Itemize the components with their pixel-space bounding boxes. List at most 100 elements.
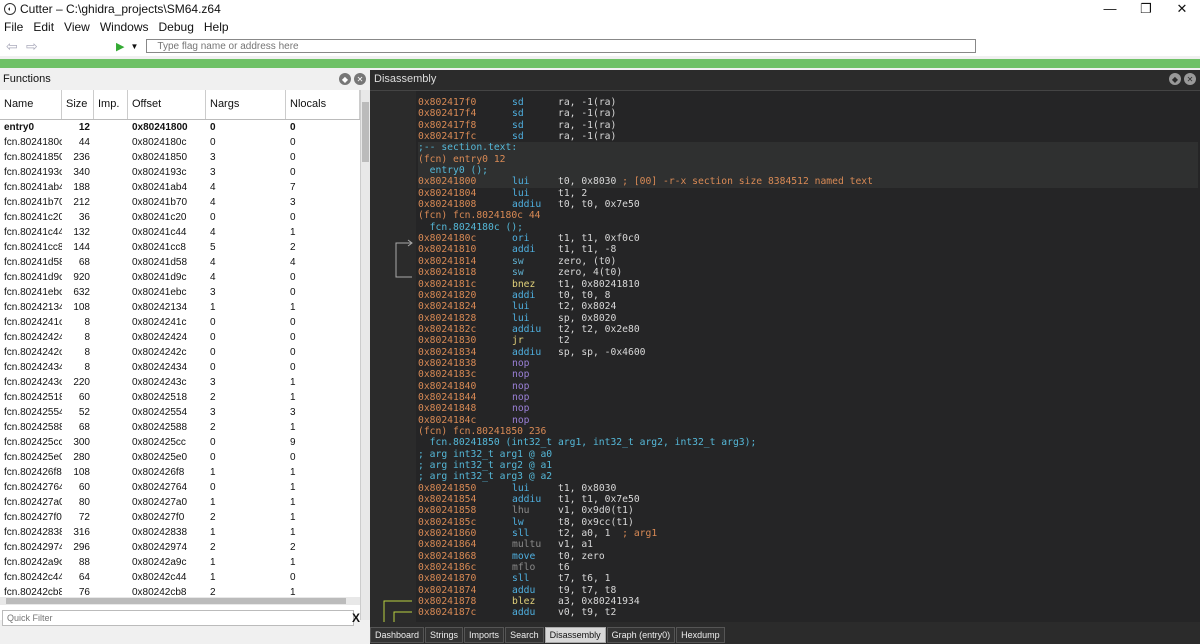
instruction-line[interactable]: 0x8024184c nop <box>418 415 1198 426</box>
table-row[interactable]: fcn.80242518 60 0x80242518 2 1 <box>0 390 370 405</box>
menu-view[interactable]: View <box>64 20 90 34</box>
maximize-icon[interactable]: ❐ <box>1128 0 1164 18</box>
table-row[interactable]: fcn.80241850 236 0x80241850 3 0 <box>0 150 370 165</box>
instruction-line[interactable]: 0x8024180c ori t1, t1, 0xf0c0 <box>418 233 1198 244</box>
table-row[interactable]: fcn.802425e0 280 0x802425e0 0 0 <box>0 450 370 465</box>
column-header-name[interactable]: Name <box>0 90 62 119</box>
back-arrow-icon[interactable]: ⇦ <box>6 38 20 55</box>
tab-search[interactable]: Search <box>505 627 544 643</box>
table-row[interactable]: fcn.80241c20 36 0x80241c20 0 0 <box>0 210 370 225</box>
section-label[interactable]: ;-- section.text: <box>418 142 1198 154</box>
function-header[interactable]: (fcn) fcn.8024180c 44 <box>418 210 1198 221</box>
instruction-line[interactable]: 0x8024186c mflo t6 <box>418 562 1198 573</box>
column-header-nlocals[interactable]: Nlocals <box>286 90 360 119</box>
instruction-line[interactable]: 0x80241870 sll t7, t6, 1 <box>418 573 1198 584</box>
tab-dashboard[interactable]: Dashboard <box>370 627 425 643</box>
menu-file[interactable]: File <box>4 20 23 34</box>
instruction-line[interactable]: 0x80241800 lui t0, 0x8030 ; [00] -r-x sect… <box>418 176 1198 188</box>
disassembly-view[interactable]: 0x802417f0 sd ra, -1(ra) 0x802417f4 sd ra, -1… <box>370 90 1200 622</box>
function-signature[interactable]: fcn.80241850 (int32_t arg1, int32_t arg2… <box>418 437 1198 448</box>
table-row[interactable]: fcn.80242424 8 0x80242424 0 0 <box>0 330 370 345</box>
table-row[interactable]: fcn.80241d58 68 0x80241d58 4 4 <box>0 255 370 270</box>
instruction-line[interactable]: 0x8024182c addiu t2, t2, 0x2e80 <box>418 324 1198 335</box>
clear-filter-button[interactable]: X <box>352 611 360 625</box>
function-signature[interactable]: ; arg int32_t arg2 @ a1 <box>418 460 1198 471</box>
table-row[interactable]: fcn.80242a9c 88 0x80242a9c 1 1 <box>0 555 370 570</box>
instruction-line[interactable]: 0x80241828 lui sp, 0x8020 <box>418 313 1198 324</box>
instruction-line[interactable]: 0x80241874 addu t9, t7, t8 <box>418 585 1198 596</box>
table-row[interactable]: fcn.8024243c 220 0x8024243c 3 1 <box>0 375 370 390</box>
instruction-line[interactable]: 0x80241844 nop <box>418 392 1198 403</box>
table-row[interactable]: entry0 12 0x80241800 0 0 <box>0 120 370 135</box>
menu-edit[interactable]: Edit <box>33 20 54 34</box>
tab-hexdump[interactable]: Hexdump <box>676 627 725 643</box>
instruction-line[interactable]: 0x80241850 lui t1, 0x8030 <box>418 483 1198 494</box>
chevron-down-icon[interactable]: ▼ <box>130 42 138 51</box>
column-header-imp[interactable]: Imp. <box>94 90 128 119</box>
quick-filter-input[interactable] <box>2 610 354 626</box>
functions-vertical-scrollbar[interactable] <box>360 90 370 620</box>
function-header[interactable]: (fcn) entry0 12 <box>418 153 1198 166</box>
table-row[interactable]: fcn.802427a0 80 0x802427a0 1 1 <box>0 495 370 510</box>
column-header-offset[interactable]: Offset <box>128 90 206 119</box>
instruction-line[interactable]: 0x80241824 lui t2, 0x8024 <box>418 301 1198 312</box>
table-row[interactable]: fcn.80242764 60 0x80242764 0 1 <box>0 480 370 495</box>
tab-strings[interactable]: Strings <box>425 627 464 643</box>
table-row[interactable]: fcn.8024241c 8 0x8024241c 0 0 <box>0 315 370 330</box>
table-row[interactable]: fcn.80242554 52 0x80242554 3 3 <box>0 405 370 420</box>
functions-horizontal-scrollbar[interactable] <box>0 597 360 605</box>
float-panel-icon[interactable]: ◆ <box>1169 73 1181 85</box>
table-row[interactable]: fcn.802425cc 300 0x802425cc 0 9 <box>0 435 370 450</box>
instruction-line[interactable]: 0x80241810 addi t1, t1, -8 <box>418 244 1198 255</box>
close-panel-icon[interactable]: ✕ <box>1184 73 1196 85</box>
instruction-line[interactable]: 0x80241834 addiu sp, sp, -0x4600 <box>418 347 1198 358</box>
table-row[interactable]: fcn.80242134 108 0x80242134 1 1 <box>0 300 370 315</box>
instruction-line[interactable]: 0x80241804 lui t1, 2 <box>418 188 1198 199</box>
instruction-line[interactable]: 0x80241860 sll t2, a0, 1 ; arg1 <box>418 528 1198 539</box>
forward-arrow-icon[interactable]: ⇨ <box>26 38 40 55</box>
instruction-line[interactable]: 0x802417fc sd ra, -1(ra) <box>418 131 1198 142</box>
flag-search-input[interactable] <box>146 39 977 53</box>
table-row[interactable]: fcn.8024193c 340 0x8024193c 3 0 <box>0 165 370 180</box>
instruction-line[interactable]: 0x80241854 addiu t1, t1, 0x7e50 <box>418 494 1198 505</box>
instruction-line[interactable]: 0x80241848 nop <box>418 403 1198 414</box>
minimize-icon[interactable]: — <box>1092 0 1128 18</box>
function-signature[interactable]: fcn.8024180c (); <box>418 222 1198 233</box>
instruction-line[interactable]: 0x80241838 nop <box>418 358 1198 369</box>
instruction-line[interactable]: 0x802417f8 sd ra, -1(ra) <box>418 120 1198 131</box>
table-row[interactable]: fcn.802427f0 72 0x802427f0 2 1 <box>0 510 370 525</box>
table-row[interactable]: fcn.8024242c 8 0x8024242c 0 0 <box>0 345 370 360</box>
table-row[interactable]: fcn.80242c44 64 0x80242c44 1 0 <box>0 570 370 585</box>
table-row[interactable]: fcn.80241cc8 144 0x80241cc8 5 2 <box>0 240 370 255</box>
close-panel-icon[interactable]: ✕ <box>354 73 366 85</box>
table-row[interactable]: fcn.80241b70 212 0x80241b70 4 3 <box>0 195 370 210</box>
instruction-line[interactable]: 0x80241820 addi t0, t0, 8 <box>418 290 1198 301</box>
instruction-line[interactable]: 0x80241808 addiu t0, t0, 0x7e50 <box>418 199 1198 210</box>
instruction-line[interactable]: 0x8024183c nop <box>418 369 1198 380</box>
play-icon[interactable]: ▶ <box>116 40 124 53</box>
instruction-line[interactable]: 0x80241868 move t0, zero <box>418 551 1198 562</box>
table-row[interactable]: fcn.80241d9c 920 0x80241d9c 4 0 <box>0 270 370 285</box>
table-row[interactable]: fcn.80241ab4 188 0x80241ab4 4 7 <box>0 180 370 195</box>
table-row[interactable]: fcn.80242434 8 0x80242434 0 0 <box>0 360 370 375</box>
instruction-line[interactable]: 0x80241858 lhu v1, 0x9d0(t1) <box>418 505 1198 516</box>
menu-help[interactable]: Help <box>204 20 229 34</box>
menu-debug[interactable]: Debug <box>159 20 194 34</box>
tab-disassembly[interactable]: Disassembly <box>544 627 606 643</box>
instruction-line[interactable]: 0x8024187c addu v0, t9, t2 <box>418 607 1198 618</box>
column-header-size[interactable]: Size <box>62 90 94 119</box>
function-signature[interactable]: ; arg int32_t arg1 @ a0 <box>418 449 1198 460</box>
table-row[interactable]: fcn.80242838 316 0x80242838 1 1 <box>0 525 370 540</box>
instruction-line[interactable]: 0x80241864 multu v1, a1 <box>418 539 1198 550</box>
instruction-line[interactable]: 0x80241818 sw zero, 4(t0) <box>418 267 1198 278</box>
close-icon[interactable]: ✕ <box>1164 0 1200 18</box>
column-header-nargs[interactable]: Nargs <box>206 90 286 119</box>
function-signature[interactable]: ; arg int32_t arg3 @ a2 <box>418 471 1198 482</box>
instruction-line[interactable]: 0x802417f0 sd ra, -1(ra) <box>418 97 1198 108</box>
float-panel-icon[interactable]: ◆ <box>339 73 351 85</box>
table-row[interactable]: fcn.802426f8 108 0x802426f8 1 1 <box>0 465 370 480</box>
tab-graph-entry0[interactable]: Graph (entry0) <box>606 627 676 643</box>
table-row[interactable]: fcn.8024180c 44 0x8024180c 0 0 <box>0 135 370 150</box>
instruction-line[interactable]: 0x80241830 jr t2 <box>418 335 1198 346</box>
instruction-line[interactable]: 0x80241840 nop <box>418 381 1198 392</box>
